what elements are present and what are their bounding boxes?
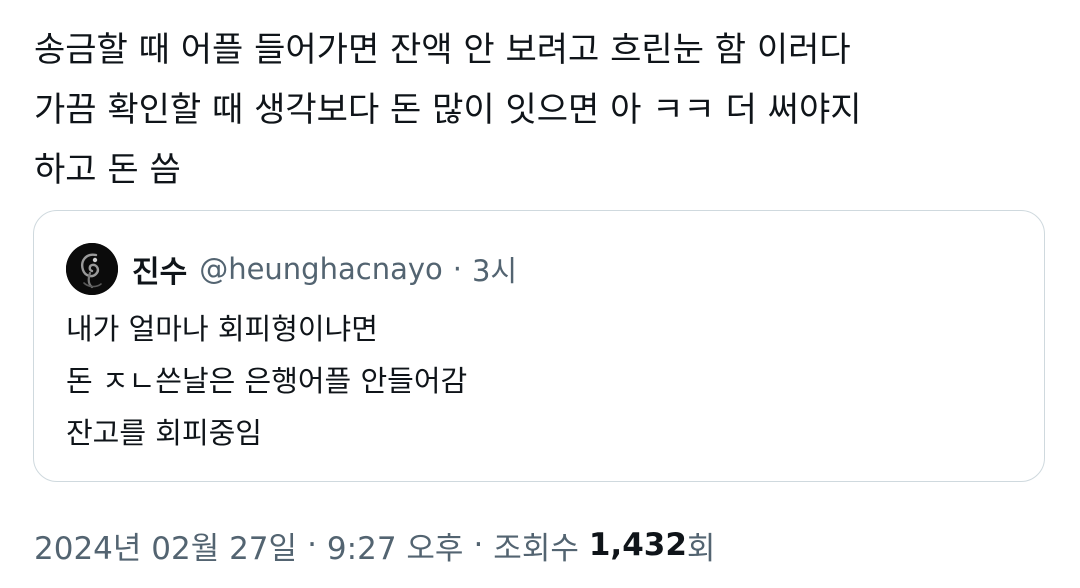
spiral-face-avatar-icon [66,243,118,295]
views-count[interactable]: 1,432 [589,527,687,563]
quoted-text-line: 돈 ㅈㄴ쓴날은 은행어플 안들어감 [66,364,468,398]
meta-separator: · [307,527,317,563]
tweet-text-line: 송금할 때 어플 들어가면 잔액 안 보려고 흐린눈 함 이러다 [34,30,851,70]
tweet-metadata: 2024년 02월 27일 · 9:27 오후 · 조회수 1,432 회 [34,520,715,570]
quoted-text-line: 잔고를 회피중임 [66,416,262,450]
avatar[interactable] [66,243,118,295]
tweet-date[interactable]: 2024년 02월 27일 [34,523,297,568]
quoted-handle[interactable]: @heunghacnayo [199,252,443,286]
quoted-tweet-card[interactable]: 진수 @heunghacnayo · 3시 내가 얼마나 회피형이냐면 돈 ㅈㄴ… [33,210,1045,482]
meta-separator: · [473,527,484,563]
tweet-time[interactable]: 9:27 오후 [327,523,464,568]
quoted-display-name[interactable]: 진수 [132,247,187,291]
quoted-tweet-header: 진수 @heunghacnayo · 3시 [66,243,517,295]
header-separator: · [452,252,462,286]
tweet-text: 송금할 때 어플 들어가면 잔액 안 보려고 흐린눈 함 이러다 가끔 확인할 … [34,20,1044,200]
quoted-timestamp[interactable]: 3시 [472,248,517,290]
views-label: 조회수 [493,530,579,567]
quoted-text-line: 내가 얼마나 회피형이냐면 [66,312,378,346]
tweet-text-line: 하고 돈 씀 [34,150,181,190]
tweet-text-line: 가끔 확인할 때 생각보다 돈 많이 잇으면 아 ㅋㅋ 더 써야지 [34,90,862,130]
quoted-tweet-text: 내가 얼마나 회피형이냐면 돈 ㅈㄴ쓴날은 은행어플 안들어감 잔고를 회피중임 [66,303,467,459]
views-suffix: 회 [686,530,716,567]
